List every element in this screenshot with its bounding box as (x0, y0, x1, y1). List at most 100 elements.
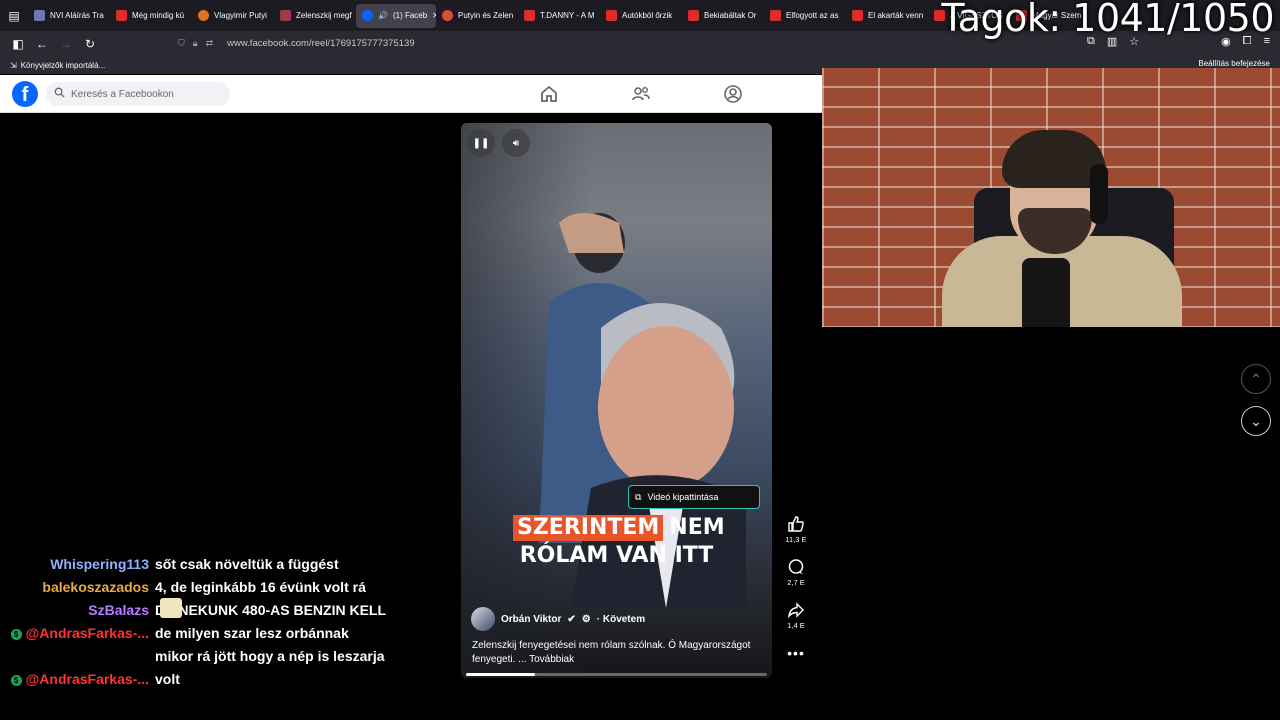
tab-label: Autókból őrzik (622, 11, 673, 20)
video-progress-bar[interactable] (466, 673, 767, 676)
shield-icon[interactable]: ⛉ (178, 38, 185, 49)
tab-favicon-icon (116, 10, 127, 21)
browser-tab[interactable]: Zelenszkij megf (274, 4, 356, 28)
tab-label: El akarták venn (868, 11, 924, 20)
volume-button[interactable]: 🔊︎ (502, 129, 530, 157)
thumbs-up-icon (788, 516, 804, 532)
tab-label: NVI Aláírás Tra (50, 11, 104, 20)
previous-reel-button[interactable]: ⌃ (1241, 364, 1271, 394)
friends-icon[interactable] (631, 84, 651, 104)
caption-text: NEM (669, 515, 725, 540)
tab-favicon-icon (280, 10, 291, 21)
profile-icon[interactable] (723, 84, 743, 104)
chat-message: balekoszazados 4, de leginkább 16 évünk … (0, 576, 460, 599)
comment-button[interactable]: 2,7 E (782, 558, 810, 601)
browser-tab[interactable]: Autókból őrzik (600, 4, 682, 28)
browser-tab[interactable]: Még mindig kü (110, 4, 192, 28)
share-button[interactable]: 1,4 E (782, 601, 810, 644)
chat-text: 4, de leginkább 16 évünk volt rá (155, 579, 366, 595)
search-icon (54, 87, 65, 101)
browser-tab[interactable]: El akarták venn (846, 4, 928, 28)
tab-label: Vlagyimir Putyi (214, 11, 267, 20)
tab-favicon-icon (198, 10, 209, 21)
like-button[interactable]: 11,3 E (782, 515, 810, 558)
youtube-favicon-icon (606, 10, 617, 21)
chat-username (0, 645, 155, 668)
chat-username: balekoszazados (42, 579, 149, 595)
reel-video[interactable]: ❚❚ 🔊︎ ⧉ Videó kipattintása SZERINTEM NEM… (461, 123, 772, 678)
chat-emote (160, 598, 182, 618)
tab-label: Még mindig kü (132, 11, 185, 20)
chat-username: @AndrasFarkas-... (25, 671, 149, 687)
speaker-icon[interactable]: 🔊 (378, 11, 388, 20)
pause-icon: ❚❚ (472, 137, 490, 149)
lock-icon[interactable]: 🔒︎ (193, 38, 198, 49)
tab-favicon-icon (442, 10, 453, 21)
finish-setup-link[interactable]: Beállítás befejezése (1198, 59, 1270, 68)
browser-tab[interactable]: T.DANNY - A M (518, 4, 600, 28)
comment-icon (788, 559, 804, 574)
reel-actions: 11,3 E 2,7 E 1,4 E ••• (782, 515, 810, 687)
stream-chat: Whispering113 sőt csak növeltük a függés… (0, 553, 460, 691)
browser-tab[interactable]: Putyin és Zelen (436, 4, 518, 28)
tab-label: Putyin és Zelen (458, 11, 514, 20)
chat-text: DE NEKUNK 480-AS BENZIN KELL (155, 602, 387, 618)
chat-username: Whispering113 (50, 556, 149, 572)
tab-label: (1) Faceb (392, 11, 428, 20)
browser-tab[interactable]: Bekiabáltak Or (682, 4, 764, 28)
permissions-icon[interactable]: ⇄ (206, 38, 214, 49)
volume-icon: 🔊︎ (512, 137, 520, 149)
reel-description[interactable]: Zelenszkij fenyegetései nem rólam szólna… (472, 639, 762, 667)
author-avatar[interactable] (471, 607, 495, 631)
facebook-logo[interactable]: f (12, 81, 38, 107)
chat-username: @AndrasFarkas-... (25, 625, 149, 641)
more-options-button[interactable]: ••• (782, 644, 810, 687)
microphone (1022, 258, 1070, 327)
next-reel-button[interactable]: ⌄ (1241, 406, 1271, 436)
logo-letter: f (21, 84, 29, 106)
sidebar-toggle-icon[interactable]: ◧ (6, 32, 30, 56)
bookmark-import-link[interactable]: Könyvjelzők importálá... (21, 61, 105, 70)
screen: ▤ NVI Aláírás Tra Még mindig kü Vlagyimi… (0, 0, 1280, 720)
comment-count: 2,7 E (787, 578, 805, 587)
browser-tab[interactable]: NVI Aláírás Tra (28, 4, 110, 28)
caption-highlight: SZERINTEM (513, 515, 664, 541)
facebook-search[interactable]: Keresés a Facebookon (46, 82, 230, 106)
chat-message: mikor rá jött hogy a nép is leszarja (0, 645, 460, 668)
tab-label: T.DANNY - A M (540, 11, 595, 20)
home-icon[interactable] (539, 84, 559, 104)
chat-text: de milyen szar lesz orbánnak (155, 625, 349, 641)
share-icon (787, 602, 804, 619)
streamer-webcam (822, 68, 1280, 327)
video-caption-line2: RÓLAM VAN ITT (519, 543, 714, 568)
donation-icon: $ (10, 628, 22, 640)
tab-label: Elfogyott az as (786, 11, 839, 20)
follow-button[interactable]: · Követem (597, 614, 645, 625)
pip-popout-button[interactable]: ⧉ Videó kipattintása (628, 485, 760, 509)
progress-fill (466, 673, 536, 676)
reload-icon[interactable]: ↻ (78, 32, 102, 56)
tab-list-icon[interactable]: ▤ (0, 4, 28, 28)
share-count: 1,4 E (787, 621, 805, 630)
youtube-favicon-icon (852, 10, 863, 21)
chat-message: SzBalazs DE NEKUNK 480-AS BENZIN KELL (0, 599, 460, 622)
browser-tab[interactable]: Vlagyimir Putyi (192, 4, 274, 28)
chevron-up-icon: ⌃ (1250, 370, 1262, 387)
browser-tab[interactable]: Elfogyott az as (764, 4, 846, 28)
pause-button[interactable]: ❚❚ (467, 129, 495, 157)
youtube-favicon-icon (524, 10, 535, 21)
verified-badge-icon: ✔ (567, 613, 576, 625)
reel-author: Orbán Viktor ✔ ⚙ · Követem (471, 607, 645, 631)
facebook-favicon-icon (362, 10, 373, 21)
url-text[interactable]: www.facebook.com/reel/1769175777375139 (227, 38, 415, 49)
browser-tab-active[interactable]: 🔊 (1) Faceb ✕ (356, 3, 436, 28)
chat-message: $ @AndrasFarkas-... de milyen szar lesz o… (0, 622, 460, 645)
chat-message: $ @AndrasFarkas-... volt (0, 668, 460, 691)
chat-text: sőt csak növeltük a függést (155, 556, 339, 572)
author-name[interactable]: Orbán Viktor (501, 614, 561, 625)
search-placeholder: Keresés a Facebookon (71, 88, 174, 100)
donation-icon: $ (10, 674, 22, 686)
headset (1090, 164, 1108, 224)
back-arrow-icon[interactable]: ← (30, 32, 54, 56)
forward-arrow-icon[interactable]: → (54, 32, 78, 56)
